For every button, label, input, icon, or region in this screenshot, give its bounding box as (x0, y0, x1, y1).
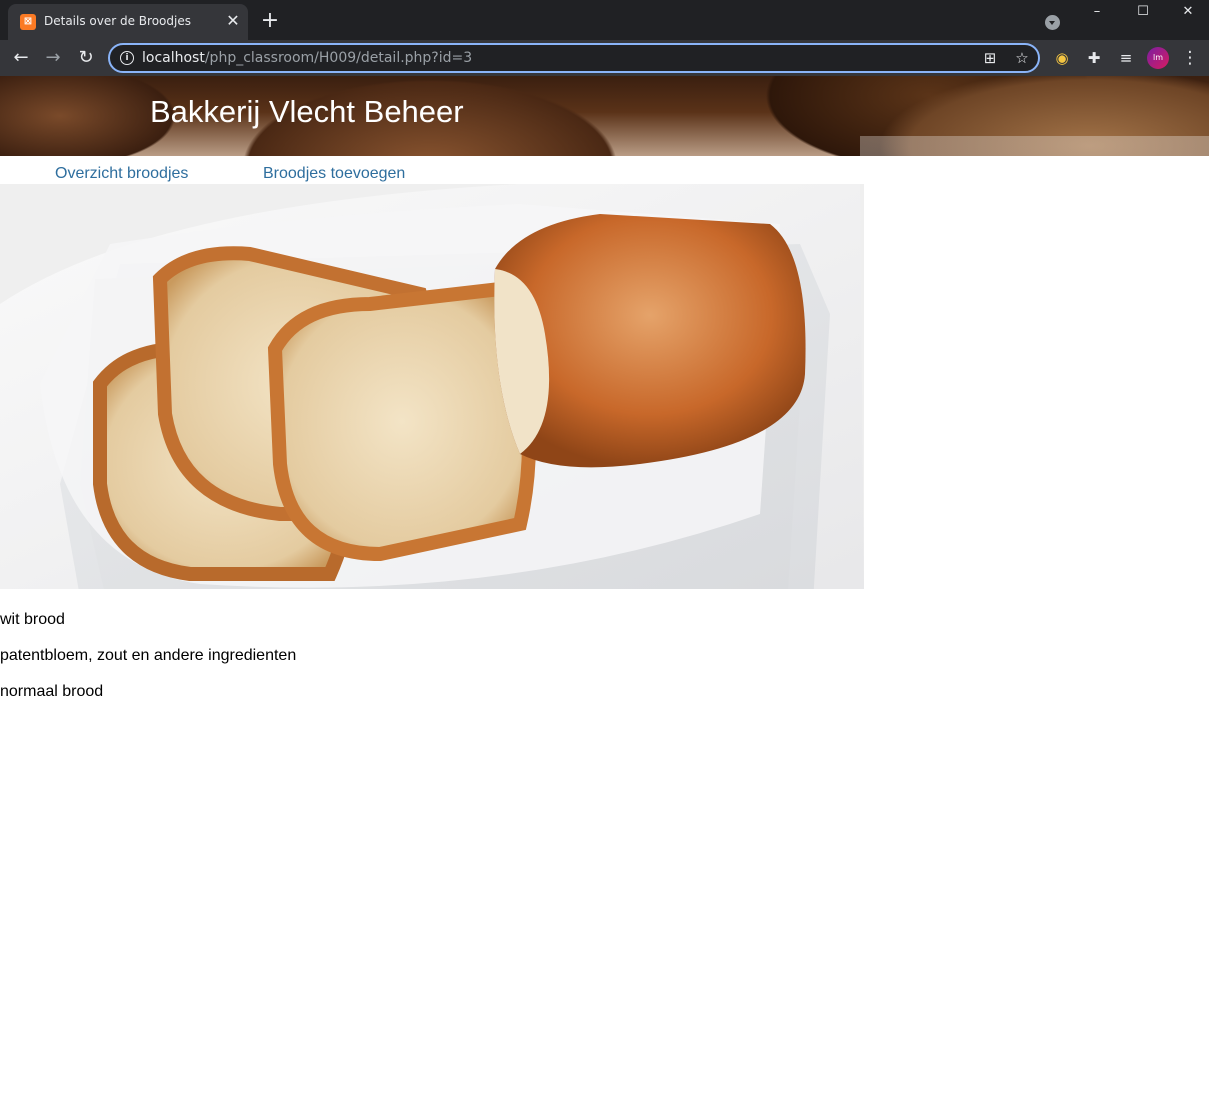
product-category: normaal brood (0, 683, 104, 700)
url-text[interactable]: localhost/php_classroom/H009/detail.php?… (142, 50, 472, 66)
minimize-button[interactable]: – (1074, 0, 1120, 24)
window-close-button[interactable]: ✕ (1165, 0, 1209, 24)
media-queue-icon[interactable]: ≡ (1116, 48, 1136, 68)
address-bar[interactable]: i localhost/php_classroom/H009/detail.ph… (108, 43, 1040, 73)
tab-search-icon[interactable] (1045, 15, 1060, 30)
profile-avatar[interactable]: lm (1147, 47, 1169, 69)
site-title: Bakkerij Vlecht Beheer (150, 94, 464, 129)
xampp-favicon-icon: ⊠ (20, 14, 36, 30)
banner-bread-texture (860, 136, 1209, 156)
back-button[interactable]: ← (9, 46, 33, 70)
product-name: wit brood (0, 611, 65, 628)
forward-button[interactable]: → (41, 46, 65, 70)
browser-toolbar: ← → ↻ i localhost/php_classroom/H009/det… (0, 40, 1209, 76)
puzzle-extensions-icon[interactable]: ✚ (1084, 48, 1104, 68)
bookmark-star-icon[interactable]: ☆ (1013, 49, 1031, 67)
tab-title: Details over de Broodjes (44, 14, 191, 28)
url-host: localhost (142, 50, 205, 66)
tab-close-icon[interactable]: ✕ (224, 12, 242, 30)
active-tab[interactable]: ⊠ Details over de Broodjes ✕ (8, 4, 248, 40)
bread-photo (0, 184, 864, 589)
nav-link-add[interactable]: Broodjes toevoegen (263, 165, 405, 183)
product-ingredients: patentbloem, zout en andere ingredienten (0, 647, 297, 664)
owl-extension-icon[interactable]: ◉ (1052, 48, 1072, 68)
qr-code-icon[interactable]: ⊞ (981, 49, 999, 67)
reload-button[interactable]: ↻ (74, 46, 98, 70)
site-info-icon[interactable]: i (120, 51, 134, 65)
nav-link-overview[interactable]: Overzicht broodjes (55, 165, 188, 183)
product-image (0, 184, 864, 589)
bread-slice-3 (267, 281, 536, 562)
page-viewport: Bakkerij Vlecht Beheer Overzicht broodje… (0, 76, 1209, 1107)
browser-tab-strip: ⊠ Details over de Broodjes ✕ + – ☐ ✕ (0, 0, 1209, 40)
url-path: /php_classroom/H009/detail.php?id=3 (204, 50, 473, 66)
header-banner: Bakkerij Vlecht Beheer (0, 76, 1209, 156)
browser-menu-icon[interactable]: ⋮ (1180, 48, 1200, 68)
maximize-button[interactable]: ☐ (1120, 0, 1166, 24)
new-tab-button[interactable]: + (258, 9, 282, 33)
main-navigation: Overzicht broodjes Broodjes toevoegen (0, 156, 1209, 184)
